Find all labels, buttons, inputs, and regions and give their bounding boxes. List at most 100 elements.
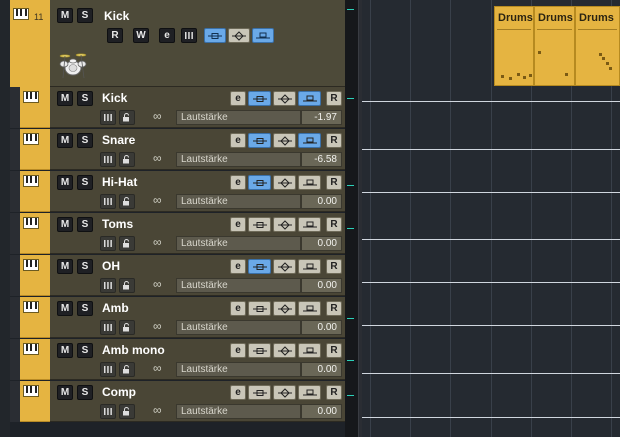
track-name[interactable]: Hi-Hat xyxy=(102,175,137,189)
monitor-input-icon[interactable] xyxy=(298,175,321,190)
automation-parameter-select[interactable]: Lautstärke xyxy=(176,236,301,251)
track-color-tab[interactable] xyxy=(20,129,50,170)
solo-button[interactable]: S xyxy=(77,8,93,23)
solo-button[interactable]: S xyxy=(77,91,93,106)
monitor-input-icon[interactable] xyxy=(298,343,321,358)
lock-icon[interactable] xyxy=(119,152,135,167)
channel-settings-icon[interactable] xyxy=(100,110,116,125)
track-row[interactable]: M S OH e R ∞ Lautstärke 0.00 xyxy=(50,255,345,296)
track-name[interactable]: Snare xyxy=(102,133,135,147)
channel-settings-icon[interactable] xyxy=(100,404,116,419)
track-name[interactable]: Kick xyxy=(102,91,127,105)
automation-mode-icon[interactable] xyxy=(248,91,271,106)
track-color-tab[interactable]: 11 xyxy=(10,0,50,87)
track-name[interactable]: Kick xyxy=(104,9,129,23)
automation-parameter-select[interactable]: Lautstärke xyxy=(176,362,301,377)
link-icon[interactable]: ∞ xyxy=(153,109,162,123)
write-automation-button[interactable]: W xyxy=(133,28,149,43)
track-row[interactable]: M S Comp e R ∞ Lautstärke 0.00 xyxy=(50,381,345,422)
track-row[interactable]: M S Hi-Hat e R ∞ Lautstärke 0.00 xyxy=(50,171,345,212)
track-row[interactable]: M S Snare e R ∞ Lautstärke -6.58 xyxy=(50,129,345,170)
channel-settings-icon[interactable] xyxy=(181,28,197,43)
read-automation-button[interactable]: R xyxy=(326,217,342,232)
automation-mode-icon[interactable] xyxy=(248,217,271,232)
diamond-icon[interactable] xyxy=(273,301,296,316)
automation-mode-icon[interactable] xyxy=(204,28,226,43)
solo-button[interactable]: S xyxy=(77,175,93,190)
channel-settings-icon[interactable] xyxy=(100,278,116,293)
track-name[interactable]: Toms xyxy=(102,217,133,231)
automation-value[interactable]: 0.00 xyxy=(301,404,342,419)
automation-mode-icon[interactable] xyxy=(248,175,271,190)
mute-button[interactable]: M xyxy=(57,175,73,190)
link-icon[interactable]: ∞ xyxy=(153,403,162,417)
edit-channel-button[interactable]: e xyxy=(230,385,246,400)
mute-button[interactable]: M xyxy=(57,217,73,232)
diamond-icon[interactable] xyxy=(273,175,296,190)
automation-parameter-select[interactable]: Lautstärke xyxy=(176,278,301,293)
track-name[interactable]: Amb xyxy=(102,301,129,315)
track-row[interactable]: M S Toms e R ∞ Lautstärke 0.00 xyxy=(50,213,345,254)
automation-value[interactable]: 0.00 xyxy=(301,320,342,335)
monitor-input-icon[interactable] xyxy=(298,91,321,106)
lock-icon[interactable] xyxy=(119,362,135,377)
link-icon[interactable]: ∞ xyxy=(153,319,162,333)
automation-parameter-select[interactable]: Lautstärke xyxy=(176,110,301,125)
automation-mode-icon[interactable] xyxy=(248,259,271,274)
monitor-input-icon[interactable] xyxy=(298,133,321,148)
automation-value[interactable]: -6.58 xyxy=(301,152,342,167)
solo-button[interactable]: S xyxy=(77,133,93,148)
read-automation-button[interactable]: R xyxy=(326,385,342,400)
automation-parameter-select[interactable]: Lautstärke xyxy=(176,404,301,419)
read-automation-button[interactable]: R xyxy=(326,259,342,274)
channel-settings-icon[interactable] xyxy=(100,236,116,251)
track-color-tab[interactable] xyxy=(20,381,50,422)
monitor-input-icon[interactable] xyxy=(298,385,321,400)
solo-button[interactable]: S xyxy=(77,385,93,400)
midi-event-drums[interactable]: Drums xyxy=(575,6,620,86)
diamond-icon[interactable] xyxy=(228,28,250,43)
edit-channel-button[interactable]: e xyxy=(230,301,246,316)
read-automation-button[interactable]: R xyxy=(107,28,123,43)
automation-value[interactable]: 0.00 xyxy=(301,278,342,293)
track-color-tab[interactable] xyxy=(20,213,50,254)
track-color-tab[interactable] xyxy=(20,339,50,380)
monitor-input-icon[interactable] xyxy=(252,28,274,43)
diamond-icon[interactable] xyxy=(273,133,296,148)
mute-button[interactable]: M xyxy=(57,91,73,106)
link-icon[interactable]: ∞ xyxy=(153,151,162,165)
automation-mode-icon[interactable] xyxy=(248,343,271,358)
midi-event-drums[interactable]: Drums xyxy=(494,6,534,86)
mute-button[interactable]: M xyxy=(57,301,73,316)
track-color-tab[interactable] xyxy=(20,297,50,338)
parent-track-kick[interactable]: 11 M S Kick R W e xyxy=(10,0,345,87)
link-icon[interactable]: ∞ xyxy=(153,277,162,291)
link-icon[interactable]: ∞ xyxy=(153,361,162,375)
track-color-tab[interactable] xyxy=(20,171,50,212)
edit-channel-button[interactable]: e xyxy=(230,259,246,274)
track-name[interactable]: Comp xyxy=(102,385,136,399)
automation-parameter-select[interactable]: Lautstärke xyxy=(176,320,301,335)
diamond-icon[interactable] xyxy=(273,217,296,232)
lock-icon[interactable] xyxy=(119,320,135,335)
diamond-icon[interactable] xyxy=(273,385,296,400)
link-icon[interactable]: ∞ xyxy=(153,193,162,207)
solo-button[interactable]: S xyxy=(77,343,93,358)
read-automation-button[interactable]: R xyxy=(326,91,342,106)
monitor-input-icon[interactable] xyxy=(298,217,321,232)
mute-button[interactable]: M xyxy=(57,8,73,23)
automation-value[interactable]: -1.97 xyxy=(301,110,342,125)
automation-value[interactable]: 0.00 xyxy=(301,236,342,251)
edit-channel-button[interactable]: e xyxy=(230,175,246,190)
edit-channel-button[interactable]: e xyxy=(230,217,246,232)
monitor-input-icon[interactable] xyxy=(298,301,321,316)
track-row[interactable]: M S Kick e R ∞ Lautstärke -1.97 xyxy=(50,87,345,128)
mute-button[interactable]: M xyxy=(57,259,73,274)
read-automation-button[interactable]: R xyxy=(326,343,342,358)
lock-icon[interactable] xyxy=(119,404,135,419)
edit-channel-button[interactable]: e xyxy=(230,343,246,358)
track-name[interactable]: Amb mono xyxy=(102,343,165,357)
automation-parameter-select[interactable]: Lautstärke xyxy=(176,194,301,209)
channel-settings-icon[interactable] xyxy=(100,152,116,167)
edit-channel-button[interactable]: e xyxy=(230,133,246,148)
